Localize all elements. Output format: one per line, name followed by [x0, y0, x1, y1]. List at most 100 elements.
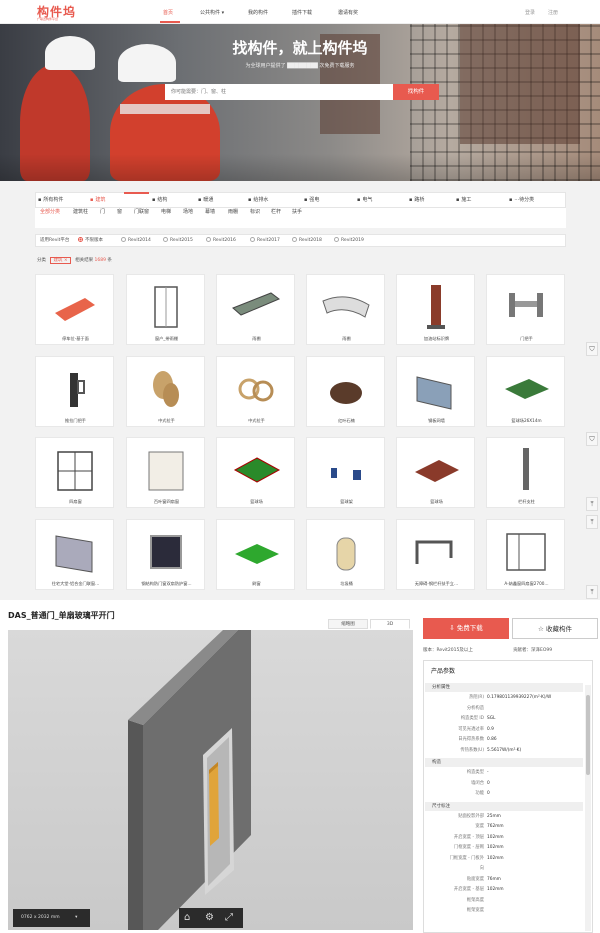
component-name: 篮球场	[250, 499, 263, 504]
tab-3d[interactable]: 3D	[370, 619, 410, 629]
favorite-button[interactable]: ☆ 收藏构件	[512, 618, 598, 639]
subcategory-10[interactable]: 栏杆	[271, 208, 281, 215]
component-name: 篮球架	[340, 499, 353, 504]
dimension-readout[interactable]: 0762 x 2032 mm ▾	[13, 909, 90, 927]
component-card[interactable]: 钢结构防门窗双扇防护窗…	[126, 519, 205, 590]
component-thumbnail	[50, 365, 100, 411]
grid-icon: ▪	[38, 197, 42, 203]
results-label: 相关结果	[75, 258, 94, 263]
category-4[interactable]: ▪ 给排水	[248, 196, 268, 203]
nav-item-mine[interactable]: 我的构件	[248, 9, 268, 16]
component-card[interactable]: 栏杆支柱	[486, 437, 565, 508]
component-card[interactable]: 四扇窗	[35, 437, 114, 508]
component-card[interactable]: 红叶石楠	[306, 356, 385, 427]
param-row: 贴面宽度 76mm	[424, 875, 584, 884]
download-button[interactable]: ⇩ 免费下载	[423, 618, 509, 639]
hero-title: 找构件，就上构件坞	[232, 39, 368, 57]
side-qr-button[interactable]: ⛉	[586, 342, 598, 356]
home-icon[interactable]: ⌂	[184, 912, 190, 923]
component-thumbnail	[50, 528, 100, 574]
3d-viewer[interactable]	[8, 630, 413, 930]
component-card[interactable]: 刷窗	[216, 519, 295, 590]
revit-option-6[interactable]: Revit2019	[334, 237, 364, 243]
component-card[interactable]: 中式拉手	[126, 356, 205, 427]
component-name: 住宅大堂-铝合金门联窗…	[51, 581, 100, 586]
category-label: 所有构件	[43, 197, 64, 203]
category-8[interactable]: ▪ 施工	[456, 196, 471, 203]
search-button[interactable]: 找构件	[393, 84, 439, 100]
revit-option-4[interactable]: Revit2017	[250, 237, 280, 243]
component-card[interactable]: 无障碍-钢栏杆扶手立…	[396, 519, 475, 590]
subcategory-2[interactable]: 门	[100, 208, 105, 215]
register-link[interactable]: 注册	[548, 9, 558, 16]
param-value: 102mm	[487, 845, 504, 850]
component-card[interactable]: 钢板网墙	[396, 356, 475, 427]
component-name: 四扇窗	[69, 499, 82, 504]
side-top-button[interactable]: ⤒	[586, 585, 598, 599]
subcategory-3[interactable]: 窗	[117, 208, 122, 215]
side-top-button[interactable]: ⤒	[586, 497, 598, 511]
contributor-label: 贡献者：	[513, 648, 531, 653]
subcategory-4[interactable]: 门联窗	[134, 208, 149, 215]
side-top-button[interactable]: ⤒	[586, 515, 598, 529]
radio-icon	[250, 237, 255, 242]
component-card[interactable]: 百叶窗四扇窗	[126, 437, 205, 508]
component-card[interactable]: 窗户_带雨棚	[126, 274, 205, 345]
param-row: 墙闭合 0	[424, 779, 584, 788]
category-1[interactable]: ▪ 建筑	[90, 196, 105, 203]
fullscreen-icon[interactable]: ⤢	[225, 912, 233, 923]
component-card[interactable]: 雨棚	[216, 274, 295, 345]
component-card[interactable]: 篮球场	[396, 437, 475, 508]
component-card[interactable]: 加油站标识牌	[396, 274, 475, 345]
component-card[interactable]: 停车位-基于面	[35, 274, 114, 345]
category-7[interactable]: ▪ 路桥	[409, 196, 424, 203]
component-card[interactable]: 篮球架	[306, 437, 385, 508]
component-name: 篮球场	[430, 499, 443, 504]
component-card[interactable]: A-纳鑫窗四扇窗2700…	[486, 519, 565, 590]
subcategory-0[interactable]: 全部分类	[40, 208, 60, 215]
param-row: 开启宽度 - 基层 102mm	[424, 885, 584, 894]
subcategory-11[interactable]: 扶手	[292, 208, 302, 215]
login-link[interactable]: 登录	[525, 9, 535, 16]
component-card[interactable]: 雨棚	[306, 274, 385, 345]
component-card[interactable]: 门把手	[486, 274, 565, 345]
category-0[interactable]: ▪ 所有构件	[38, 196, 63, 203]
param-row: 热阻(R) 0.179801139939227(m²·K)/W	[424, 693, 584, 702]
params-title: 产品参数	[431, 668, 456, 675]
revit-option-1[interactable]: Revit2014	[121, 237, 151, 243]
revit-option-5[interactable]: Revit2018	[292, 237, 322, 243]
filter-tag[interactable]: 建筑 ×	[50, 257, 71, 264]
component-card[interactable]: 垃圾桶	[306, 519, 385, 590]
category-3[interactable]: ▪ 暖通	[198, 196, 213, 203]
scrollbar[interactable]	[585, 685, 591, 931]
nav-item-home[interactable]: 首页	[163, 9, 173, 16]
component-card[interactable]: 中式拉手	[216, 356, 295, 427]
category-6[interactable]: ▪ 电气	[357, 196, 372, 203]
subcategory-6[interactable]: 场地	[183, 208, 193, 215]
tab-thumbnail[interactable]: 缩略图	[328, 619, 368, 629]
search-input[interactable]	[165, 84, 393, 100]
component-card[interactable]: 篮球场	[216, 437, 295, 508]
side-qr-button[interactable]: ⛉	[586, 432, 598, 446]
category-2[interactable]: ▪ 结构	[152, 196, 167, 203]
category-9[interactable]: ▪ ···待分类	[509, 196, 534, 203]
subcategory-9[interactable]: 标识	[250, 208, 260, 215]
subcategory-5[interactable]: 电梯	[161, 208, 171, 215]
gear-icon[interactable]: ⚙	[205, 912, 214, 923]
nav-item-invite[interactable]: 邀请有奖	[338, 9, 358, 16]
scrollbar-thumb[interactable]	[586, 695, 590, 775]
category-5[interactable]: ▪ 强电	[304, 196, 319, 203]
revit-option-3[interactable]: Revit2016	[206, 237, 236, 243]
nav-item-plugin[interactable]: 插件下载	[292, 9, 312, 16]
revit-option-2[interactable]: Revit2015	[163, 237, 193, 243]
revit-option-0[interactable]: 不限版本	[78, 237, 103, 243]
component-card[interactable]: 住宅大堂-铝合金门联窗…	[35, 519, 114, 590]
subcategory-8[interactable]: 雨棚	[228, 208, 238, 215]
component-card[interactable]: 推拉门把手	[35, 356, 114, 427]
building-icon: ▪	[90, 197, 94, 203]
subcategory-1[interactable]: 建筑柱	[73, 208, 88, 215]
component-card[interactable]: 篮球场26X14m	[486, 356, 565, 427]
nav-item-public[interactable]: 公共构件 ▾	[200, 9, 224, 16]
subcategory-7[interactable]: 幕墙	[205, 208, 215, 215]
param-key: 分析构造	[466, 705, 484, 711]
